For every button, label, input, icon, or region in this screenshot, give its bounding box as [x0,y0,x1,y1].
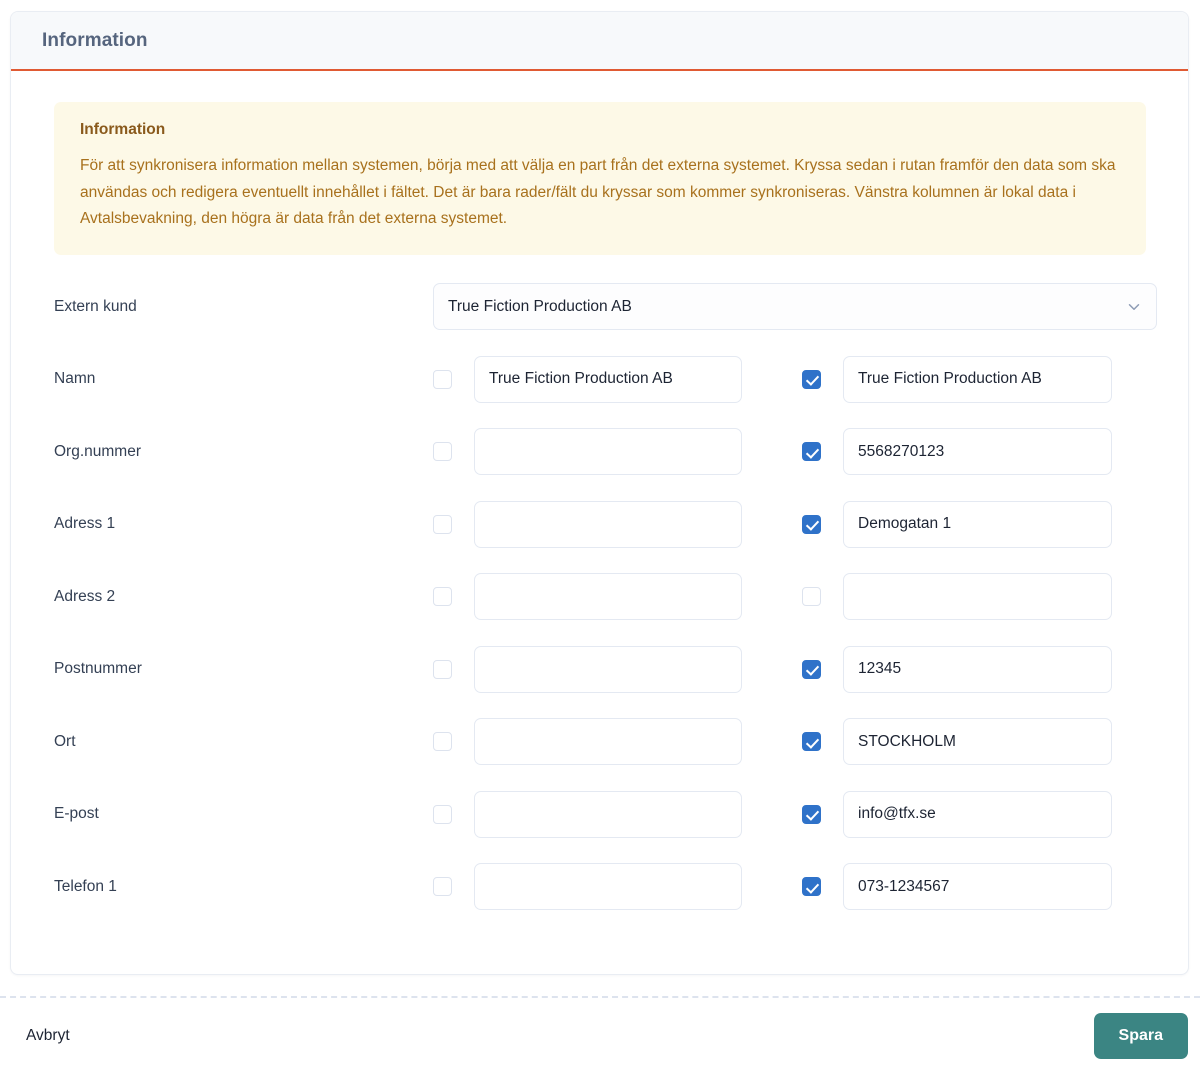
row-label-e-post: E-post [54,805,99,823]
row-adress-1: Adress 1 Demogatan 1 [42,488,1157,561]
external-cell-telefon-1: 073-1234567 [802,863,1118,911]
local-cell-adress-2 [433,573,802,621]
row-label-extern-kund: Extern kund [54,297,137,315]
local-input-adress-2[interactable] [474,573,742,621]
page-title: Information [42,29,148,51]
local-cell-namn: True Fiction Production AB [433,355,802,403]
local-input-adress-1[interactable] [474,500,742,548]
save-button[interactable]: Spara [1093,1013,1188,1059]
extern-kund-select-wrapper: True Fiction Production AB [433,283,1157,331]
external-cell-namn: True Fiction Production AB [802,355,1118,403]
local-input-e-post[interactable] [474,790,742,838]
local-checkbox-org-nummer[interactable] [433,442,452,462]
local-cell-org-nummer [433,428,802,476]
extern-kund-select[interactable]: True Fiction Production AB [433,283,1157,331]
external-cell-org-nummer: 5568270123 [802,428,1118,476]
local-checkbox-adress-2[interactable] [433,587,452,607]
sync-information-page: Information Information För att synkroni… [0,0,1200,1074]
external-checkbox-ort[interactable] [802,732,821,752]
information-alert: Information För att synkronisera informa… [54,102,1146,255]
local-input-ort[interactable] [474,718,742,766]
external-checkbox-namn[interactable] [802,369,821,389]
local-cell-telefon-1 [433,863,802,911]
local-input-telefon-1[interactable] [474,863,742,911]
local-checkbox-adress-1[interactable] [433,514,452,534]
local-checkbox-namn[interactable] [433,369,452,389]
external-checkbox-org-nummer[interactable] [802,442,821,462]
row-telefon-1: Telefon 1 073-1234567 [42,851,1157,924]
row-label-adress-1: Adress 1 [54,515,116,533]
row-ort: Ort STOCKHOLM [42,706,1157,779]
form-rows: Extern kund True Fiction Production AB N… [42,271,1157,924]
external-input-ort[interactable]: STOCKHOLM [843,718,1112,766]
external-checkbox-e-post[interactable] [802,804,821,824]
extern-kund-select-value: True Fiction Production AB [448,297,632,315]
local-input-org-nummer[interactable] [474,428,742,476]
local-cell-e-post [433,790,802,838]
external-input-e-post[interactable]: info@tfx.se [843,790,1112,838]
local-checkbox-telefon-1[interactable] [433,877,452,897]
external-checkbox-adress-1[interactable] [802,514,821,534]
row-namn: Namn True Fiction Production AB True Fic… [42,343,1157,416]
row-extern-kund: Extern kund True Fiction Production AB [42,271,1157,344]
alert-title: Information [80,121,166,138]
row-label-telefon-1: Telefon 1 [54,877,117,895]
cancel-button[interactable]: Avbryt [20,1019,76,1053]
local-checkbox-postnummer[interactable] [433,659,452,679]
external-input-postnummer[interactable]: 12345 [843,645,1112,693]
external-checkbox-postnummer[interactable] [802,659,821,679]
external-checkbox-adress-2[interactable] [802,587,821,607]
row-adress-2: Adress 2 [42,561,1157,634]
external-input-telefon-1[interactable]: 073-1234567 [843,863,1112,911]
external-checkbox-telefon-1[interactable] [802,877,821,897]
row-postnummer: Postnummer 12345 [42,633,1157,706]
local-checkbox-ort[interactable] [433,732,452,752]
alert-text: För att synkronisera information mellan … [80,157,1116,227]
local-checkbox-e-post[interactable] [433,804,452,824]
external-cell-e-post: info@tfx.se [802,790,1118,838]
local-cell-adress-1 [433,500,802,548]
row-label-adress-2: Adress 2 [54,587,116,605]
row-label-org-nummer: Org.nummer [54,442,141,460]
external-cell-adress-2 [802,573,1118,621]
external-input-adress-2[interactable] [843,573,1112,621]
row-label-namn: Namn [54,370,96,388]
local-input-postnummer[interactable] [474,645,742,693]
external-input-org-nummer[interactable]: 5568270123 [843,428,1112,476]
card-header: Information [11,12,1188,71]
row-label-postnummer: Postnummer [54,660,142,678]
card-body: Information För att synkronisera informa… [11,71,1188,923]
external-cell-ort: STOCKHOLM [802,718,1118,766]
footer-actions: Avbryt Spara [0,998,1200,1074]
external-cell-postnummer: 12345 [802,645,1118,693]
external-input-namn[interactable]: True Fiction Production AB [843,355,1112,403]
row-e-post: E-post info@tfx.se [42,778,1157,851]
external-cell-adress-1: Demogatan 1 [802,500,1118,548]
row-org-nummer: Org.nummer 5568270123 [42,416,1157,489]
local-cell-postnummer [433,645,802,693]
local-cell-ort [433,718,802,766]
external-input-adress-1[interactable]: Demogatan 1 [843,500,1112,548]
row-label-ort: Ort [54,732,76,750]
information-card: Information Information För att synkroni… [10,11,1189,975]
local-input-namn[interactable]: True Fiction Production AB [474,355,742,403]
